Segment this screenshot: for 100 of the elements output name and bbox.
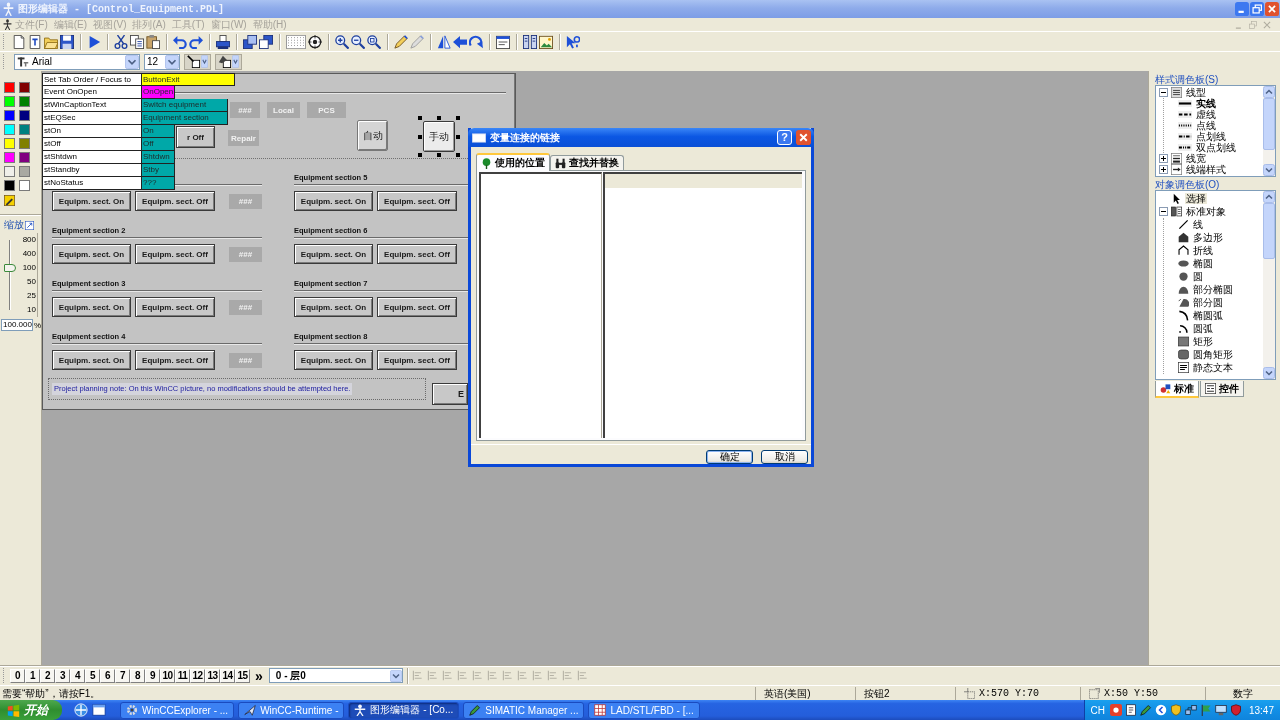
tree-item[interactable]: 静态文本 [1192, 362, 1234, 373]
font-size-dropdown[interactable]: 12 [144, 53, 180, 70]
overlapping-squares-icon[interactable] [259, 34, 273, 49]
font-dropdown[interactable]: Arial [14, 53, 140, 70]
selection-handle[interactable] [456, 134, 460, 139]
selection-handle[interactable] [418, 134, 422, 139]
tree-item[interactable]: 圆弧 [1192, 323, 1214, 334]
zoom-frame-icon[interactable] [25, 220, 34, 230]
zoom-slider-thumb[interactable] [4, 264, 16, 272]
close-icon[interactable] [796, 130, 811, 145]
color-swatch[interactable] [19, 180, 30, 191]
color-swatch[interactable] [19, 166, 30, 177]
tree-item[interactable]: 虚线 [1195, 109, 1217, 120]
save-icon[interactable] [60, 34, 74, 49]
color-swatch[interactable] [19, 82, 30, 93]
library-icon[interactable] [523, 34, 537, 49]
tree-item[interactable]: 点划线 [1195, 131, 1227, 142]
color-swatch[interactable] [4, 138, 15, 149]
network-icon[interactable] [1184, 704, 1197, 716]
shield-icon[interactable] [1169, 704, 1182, 716]
rotate-icon[interactable] [469, 34, 483, 49]
taskbar-button[interactable]: 图形编辑器 - [Co... [348, 701, 460, 719]
selection-handle[interactable] [418, 116, 422, 120]
color-picker-icon[interactable] [4, 195, 15, 206]
layer-button[interactable]: 3 [55, 668, 70, 683]
copy-icon[interactable] [130, 34, 144, 49]
scroll-down-icon[interactable] [1263, 164, 1275, 176]
on-button[interactable]: Equipm. sect. On [294, 350, 373, 370]
tree-item[interactable]: 线型 [1185, 87, 1207, 98]
collapse-icon[interactable] [1159, 88, 1168, 97]
selection-handle[interactable] [418, 153, 422, 157]
shield-icon[interactable] [1229, 704, 1242, 716]
tree-item[interactable]: 圆 [1192, 271, 1204, 282]
pencil-icon[interactable] [394, 34, 408, 49]
scroll-up-icon[interactable] [1263, 191, 1275, 203]
color-swatch[interactable] [19, 152, 30, 163]
arrow-icon[interactable] [453, 34, 467, 49]
layer-button[interactable]: 4 [70, 668, 85, 683]
tree-item[interactable]: 椭圆 [1192, 258, 1214, 269]
zoom-in-icon[interactable] [335, 34, 349, 49]
tree-item[interactable]: 折线 [1192, 245, 1214, 256]
tree-item[interactable]: 线宽 [1185, 153, 1207, 164]
mode-button[interactable]: 自动 [357, 120, 388, 151]
restore-icon[interactable] [1250, 2, 1264, 16]
layer-button[interactable]: 11 [175, 668, 190, 683]
color-swatch[interactable] [4, 180, 15, 191]
flag-icon[interactable] [1199, 704, 1212, 716]
page-icon[interactable] [12, 34, 26, 49]
help-button[interactable]: ? [777, 130, 792, 145]
zoom-field[interactable]: 100.000 [1, 319, 33, 331]
help-icon[interactable] [566, 34, 580, 49]
layer-button[interactable]: 6 [100, 668, 115, 683]
tree-item[interactable]: 实线 [1195, 98, 1217, 109]
printer-icon[interactable] [216, 34, 230, 49]
tab[interactable]: 使用的位置 [476, 153, 550, 171]
expand-icon[interactable] [1159, 165, 1168, 174]
scrollbar-thumb[interactable] [1263, 98, 1275, 150]
fill-color-button[interactable] [215, 53, 242, 70]
off-button[interactable]: Equipm. sect. Off [377, 191, 457, 211]
expand-icon[interactable] [1159, 154, 1168, 163]
collapse-icon[interactable] [1159, 207, 1168, 216]
undo-icon[interactable] [173, 34, 187, 49]
tree-item[interactable]: 圆角矩形 [1192, 349, 1234, 360]
tree-item[interactable]: 双点划线 [1195, 142, 1237, 153]
text-page-icon[interactable] [28, 34, 42, 49]
taskbar-button[interactable]: WinCC-Runtime - [238, 701, 345, 719]
layer-button[interactable]: 10 [160, 668, 175, 683]
layer-button[interactable]: 13 [205, 668, 220, 683]
scrollbar-thumb[interactable] [1263, 203, 1275, 259]
color-swatch[interactable] [19, 138, 30, 149]
off-button[interactable]: Equipm. sect. Off [377, 350, 457, 370]
scroll-down-icon[interactable] [1263, 367, 1275, 379]
selection-handle[interactable] [456, 116, 460, 120]
tree-pane[interactable] [479, 172, 602, 438]
ok-button[interactable]: 确定 [706, 450, 753, 464]
layer-button[interactable]: 5 [85, 668, 100, 683]
tree-item[interactable]: 部分椭圆 [1192, 284, 1234, 295]
layer-button[interactable]: 15 [235, 668, 250, 683]
taskbar-button[interactable]: WinCCExplorer - ... [120, 701, 235, 719]
color-swatch[interactable] [4, 152, 15, 163]
layer-button[interactable]: 1 [25, 668, 40, 683]
target-icon[interactable] [308, 34, 322, 49]
color-swatch[interactable] [4, 110, 15, 121]
more-layers-button[interactable]: » [255, 668, 263, 683]
vertical-scrollbar[interactable] [1263, 191, 1275, 379]
paste-icon[interactable] [146, 34, 160, 49]
off-button[interactable]: Equipm. sect. Off [377, 297, 457, 317]
color-swatch[interactable] [4, 166, 15, 177]
on-button[interactable]: Equipm. sect. On [52, 297, 131, 317]
play-icon[interactable] [87, 34, 101, 49]
tab[interactable]: 查找并替换 [550, 155, 624, 170]
redo-icon[interactable] [189, 34, 203, 49]
tree-item[interactable]: 椭圆弧 [1192, 310, 1224, 321]
on-button[interactable]: Equipm. sect. On [52, 191, 131, 211]
window-icon[interactable] [92, 703, 106, 717]
back-icon[interactable] [1154, 704, 1167, 716]
scroll-up-icon[interactable] [1263, 86, 1275, 98]
close-icon[interactable] [1265, 2, 1279, 16]
off-button[interactable]: Equipm. sect. Off [135, 297, 215, 317]
layer-button[interactable]: 9 [145, 668, 160, 683]
